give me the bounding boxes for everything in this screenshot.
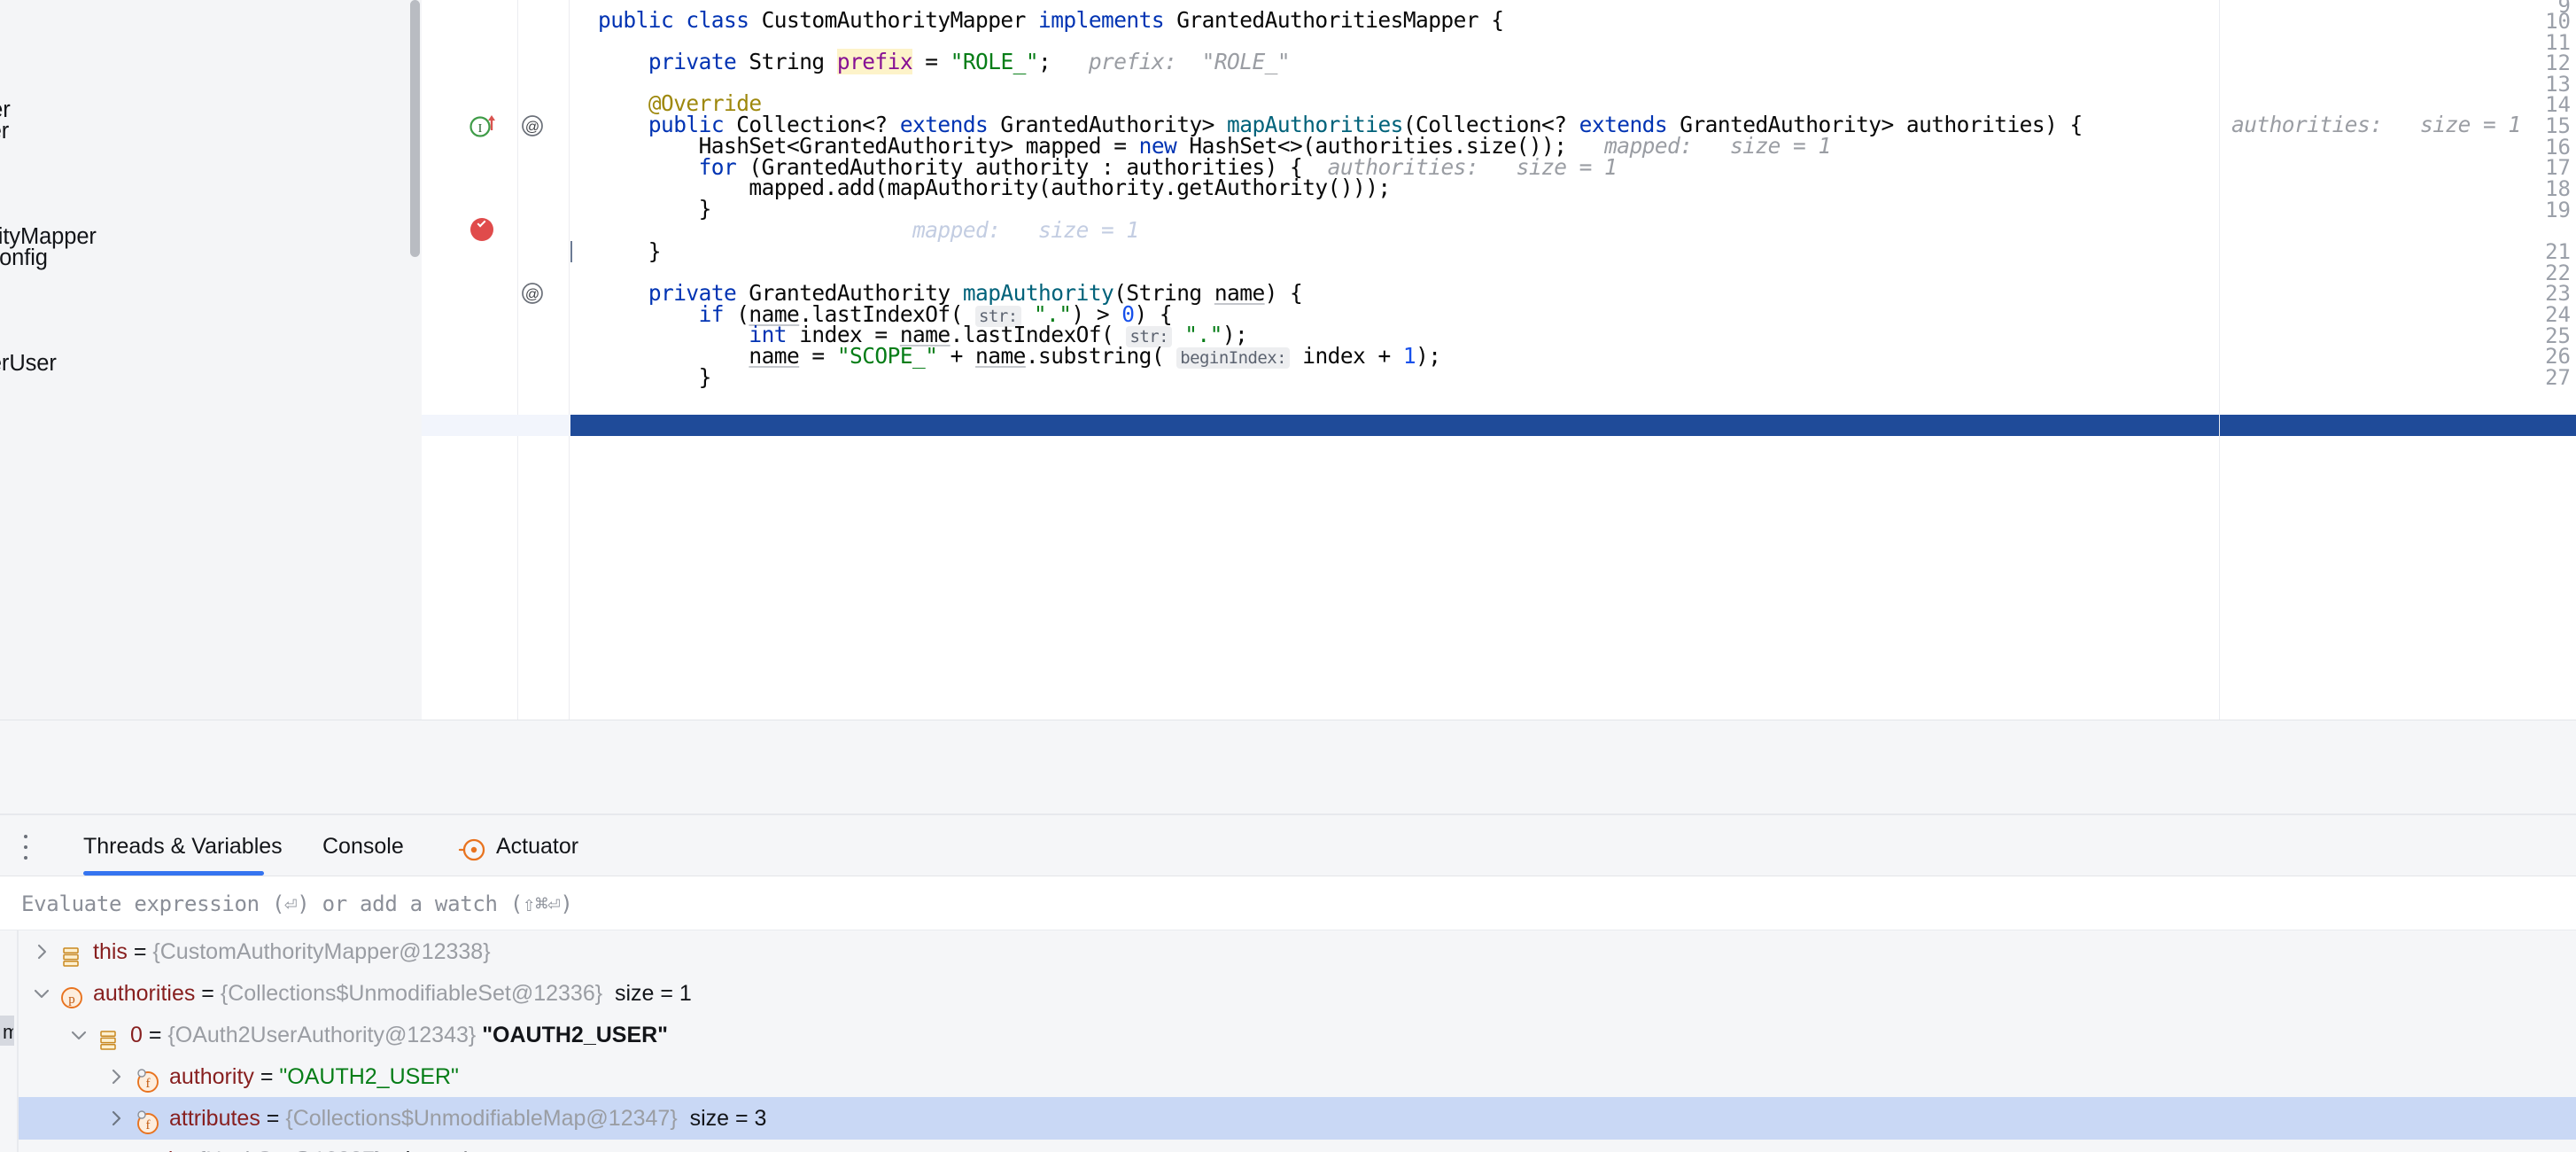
variable-label: authority = "OAUTH2_USER" bbox=[169, 1064, 459, 1089]
tab-console[interactable]: Console bbox=[322, 817, 404, 876]
value-object-icon bbox=[59, 940, 82, 967]
implementing-method-icon[interactable]: I bbox=[469, 112, 500, 143]
chevron-down-icon[interactable] bbox=[31, 983, 52, 1004]
project-sidebar[interactable]: er eController kController omAuthorityMa… bbox=[0, 0, 409, 720]
code-line-10-text: public class CustomAuthorityMapper imple… bbox=[598, 7, 1504, 33]
code-editor[interactable]: 9 10 11 12 13 14 15 16 17 18 19 21 22 23… bbox=[422, 0, 2576, 720]
annotation-marker-icon[interactable]: @ bbox=[521, 114, 544, 142]
sidebar-item-8[interactable]: h2ProviderUser bbox=[0, 351, 57, 377]
debug-tool-window[interactable]: Threads & Variables Console Actuator Eva… bbox=[0, 817, 2576, 1152]
chevron-down-icon[interactable] bbox=[68, 1024, 89, 1046]
code-line-26-text: name = "SCOPE_" + name.substring( beginI… bbox=[749, 343, 1441, 369]
svg-text:@: @ bbox=[525, 120, 539, 135]
sidebar-item-2[interactable]: kController bbox=[0, 119, 9, 144]
code-line-20-text: return mapped; mapped: size = 1 bbox=[698, 217, 1140, 243]
tab-threads-and-variables[interactable]: Threads & Variables bbox=[83, 817, 283, 876]
variable-label: mapped = {HashSet@12337} size = 1 bbox=[93, 1139, 471, 1152]
debug-tab-bar[interactable]: Threads & Variables Console Actuator bbox=[0, 817, 2576, 876]
editor-gutter-linenumbers[interactable] bbox=[422, 0, 518, 720]
current-line-highlight-right bbox=[2220, 415, 2576, 436]
breakpoint-check-glyph bbox=[477, 218, 486, 228]
code-line-27-text: } bbox=[598, 364, 712, 390]
field-icon: f bbox=[134, 1107, 159, 1134]
chevron-right-icon[interactable] bbox=[105, 1066, 127, 1087]
svg-text:I: I bbox=[478, 122, 483, 136]
code-line-26[interactable]: name = "SCOPE_" + name.substring( beginI… bbox=[570, 343, 2576, 369]
evaluate-expression-placeholder: Evaluate expression (⏎) or add a watch (… bbox=[21, 891, 573, 916]
variable-row-authorities[interactable]: p authorities = {Collections$Unmodifiabl… bbox=[19, 972, 2576, 1015]
parameter-icon: p bbox=[59, 982, 82, 1008]
frames-panel-clipped[interactable]: m bbox=[0, 930, 18, 1152]
svg-text:p: p bbox=[68, 992, 75, 1007]
breakpoint-verified-icon[interactable] bbox=[470, 218, 493, 241]
svg-text:@: @ bbox=[525, 287, 539, 302]
tab-actuator[interactable]: Actuator bbox=[496, 817, 578, 876]
variable-label: 0 = {OAuth2UserAuthority@12343} "OAUTH2_… bbox=[130, 1023, 669, 1047]
value-object-icon bbox=[97, 1024, 120, 1050]
field-icon: f bbox=[134, 1065, 159, 1093]
code-line-18-text: mapped.add(mapAuthority(authority.getAut… bbox=[598, 175, 1391, 200]
inlay-hint-column-divider bbox=[2219, 0, 2220, 720]
code-line-27[interactable]: } bbox=[570, 364, 2576, 390]
more-options-kebab-icon[interactable] bbox=[19, 835, 32, 860]
code-line-12-text: private String prefix = "ROLE_"; prefix:… bbox=[648, 49, 1291, 74]
code-line-21[interactable]: } bbox=[570, 238, 2576, 264]
value-object-icon bbox=[59, 1148, 82, 1152]
code-line-12[interactable]: private String prefix = "ROLE_"; prefix:… bbox=[570, 49, 2576, 74]
chevron-right-icon[interactable] bbox=[31, 941, 52, 962]
variable-row-element-0[interactable]: 0 = {OAuth2UserAuthority@12343} "OAUTH2_… bbox=[19, 1014, 2576, 1056]
frames-selected-label: m bbox=[3, 1021, 13, 1043]
code-text-area[interactable]: public class CustomAuthorityMapper imple… bbox=[570, 0, 2576, 720]
variable-row-attributes[interactable]: f attributes = {Collections$Unmodifiable… bbox=[19, 1097, 2576, 1140]
sidebar-item-4[interactable]: h2ClientConfig bbox=[0, 245, 48, 271]
variable-label: this = {CustomAuthorityMapper@12338} bbox=[93, 939, 491, 964]
variable-label: attributes = {Collections$UnmodifiableMa… bbox=[169, 1106, 767, 1131]
evaluate-expression-bar[interactable]: Evaluate expression (⏎) or add a watch (… bbox=[0, 876, 2576, 930]
inlay-hint-authorities: authorities: size = 1 bbox=[2231, 112, 2521, 137]
variable-row-authority[interactable]: f authority = "OAUTH2_USER" bbox=[19, 1055, 2576, 1098]
splitter-divider-line bbox=[0, 813, 2576, 815]
code-line-10[interactable]: public class CustomAuthorityMapper imple… bbox=[570, 7, 2576, 33]
svg-text:f: f bbox=[146, 1118, 151, 1133]
variables-tree[interactable]: this = {CustomAuthorityMapper@12338} p a… bbox=[19, 930, 2576, 1152]
sidebar-scrollbar-thumb[interactable] bbox=[410, 0, 420, 257]
code-line-18[interactable]: mapped.add(mapAuthority(authority.getAut… bbox=[570, 175, 2576, 200]
editor-debug-splitter[interactable] bbox=[0, 720, 2576, 817]
variable-row-this[interactable]: this = {CustomAuthorityMapper@12338} bbox=[19, 930, 2576, 973]
annotation-marker-icon[interactable]: @ bbox=[521, 282, 544, 309]
variable-label: authorities = {Collections$UnmodifiableS… bbox=[93, 981, 692, 1006]
code-line-20[interactable]: return mapped; mapped: size = 1 bbox=[570, 217, 2576, 262]
chevron-right-icon[interactable] bbox=[105, 1108, 127, 1129]
code-line-21-text: } bbox=[598, 238, 662, 264]
editor-gutter-markers[interactable] bbox=[519, 0, 570, 720]
actuator-icon[interactable] bbox=[457, 835, 485, 861]
svg-text:f: f bbox=[146, 1077, 151, 1091]
variable-row-mapped[interactable]: mapped = {HashSet@12337} size = 1 bbox=[19, 1139, 2576, 1152]
current-line-gutter-highlight bbox=[422, 415, 570, 436]
